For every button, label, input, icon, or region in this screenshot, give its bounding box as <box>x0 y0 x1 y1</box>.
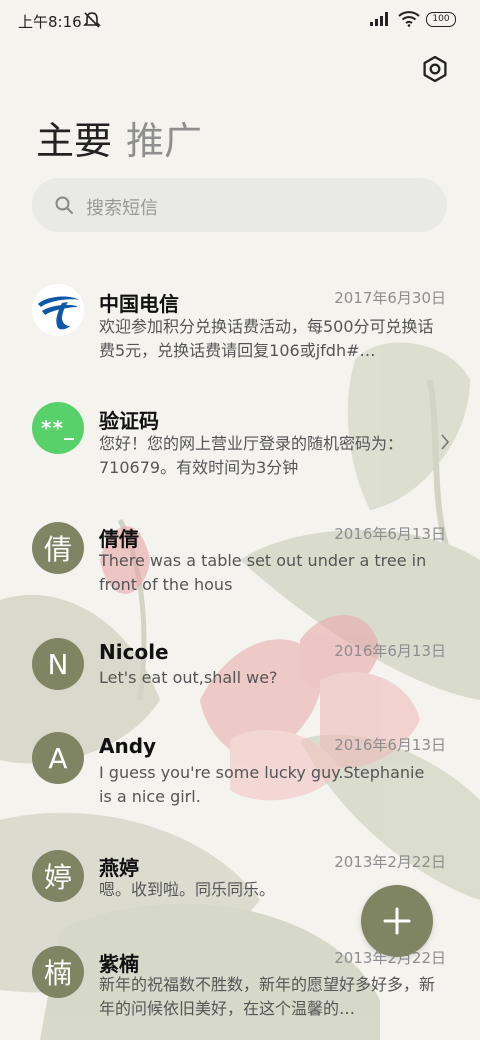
status-icons: 100 <box>370 11 456 27</box>
conversation-preview: 新年的祝福数不胜数，新年的愿望好多好多，新年的问候依旧美好，在这个温馨的… <box>99 975 436 1018</box>
avatar: 倩 <box>32 522 84 574</box>
conversation-item[interactable]: **_ 验证码 您好！您的网上营业厅登录的随机密码为：710679。有效时间为3… <box>0 390 480 490</box>
conversation-preview: 欢迎参加积分兑换话费活动，每500分可兑换话费5元，兑换话费请回复106或jfd… <box>99 317 434 360</box>
avatar: A <box>32 732 84 784</box>
conversation-date: 2016年6月13日 <box>334 642 446 660</box>
search-icon <box>55 196 73 214</box>
conversation-name: 倩倩 <box>99 527 139 551</box>
plus-icon <box>383 907 411 935</box>
conversation-item[interactable]: 中国电信 2017年6月30日 欢迎参加积分兑换话费活动，每500分可兑换话费5… <box>0 270 480 370</box>
settings-icon[interactable] <box>420 54 450 84</box>
tab-promotions[interactable]: 推广 <box>126 110 202 165</box>
conversation-item[interactable]: N Nicole 2016年6月13日 Let's eat out,shall … <box>0 626 480 706</box>
chevron-right-icon <box>441 434 450 450</box>
wifi-icon <box>398 11 420 27</box>
mute-icon <box>83 12 101 28</box>
conversation-name: Nicole <box>99 640 169 664</box>
avatar-telecom-logo <box>32 284 84 336</box>
category-tabs: 主要 推广 <box>36 110 202 165</box>
conversation-date: 2017年6月30日 <box>334 289 446 307</box>
tab-main[interactable]: 主要 <box>36 110 112 165</box>
conversation-name: 燕婷 <box>99 856 139 880</box>
conversation-preview: 您好！您的网上营业厅登录的随机密码为：710679。有效时间为3分钟 <box>99 434 404 477</box>
conversation-preview: I guess you're some lucky guy.Stephanie … <box>99 763 425 806</box>
conversation-name: Andy <box>99 734 157 758</box>
conversation-preview: There was a table set out under a tree i… <box>99 551 427 594</box>
avatar: 婷 <box>32 850 84 902</box>
conversation-date: 2016年6月13日 <box>334 736 446 754</box>
status-time: 上午8:16 <box>18 13 82 31</box>
avatar: **_ <box>32 402 84 454</box>
conversation-preview: Let's eat out,shall we? <box>99 668 278 687</box>
avatar: 楠 <box>32 946 84 998</box>
avatar: N <box>32 638 84 690</box>
signal-icon <box>370 12 388 26</box>
conversation-date: 2013年2月22日 <box>334 853 446 871</box>
search-input[interactable]: 搜索短信 <box>86 194 158 220</box>
conversation-name: 验证码 <box>99 409 159 433</box>
new-message-button[interactable] <box>361 885 433 957</box>
status-bar: 上午8:16 100 <box>0 0 480 42</box>
conversation-date: 2016年6月13日 <box>334 525 446 543</box>
search-bar[interactable]: 搜索短信 <box>32 178 447 232</box>
conversation-item[interactable]: 倩 倩倩 2016年6月13日 There was a table set ou… <box>0 510 480 610</box>
battery-icon: 100 <box>426 11 456 27</box>
china-telecom-logo-icon <box>32 284 84 336</box>
conversation-name: 中国电信 <box>99 292 179 316</box>
conversation-item[interactable]: A Andy 2016年6月13日 I guess you're some lu… <box>0 726 480 826</box>
